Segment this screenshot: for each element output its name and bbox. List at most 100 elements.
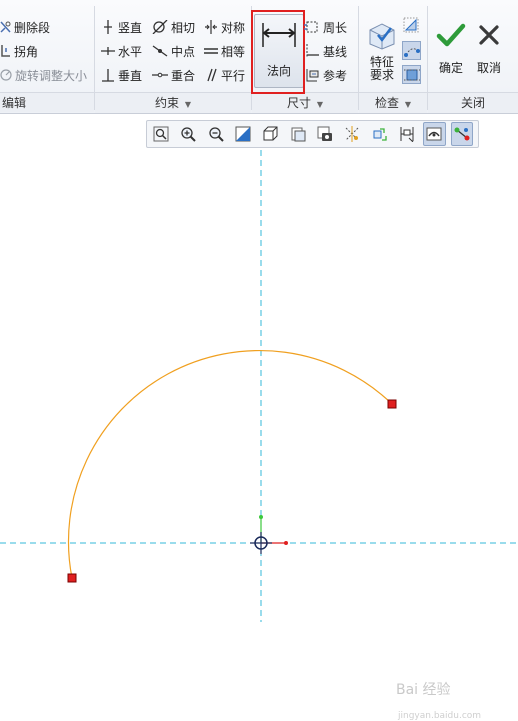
spin-center-icon	[373, 128, 387, 141]
normal-dimension-icon	[262, 23, 296, 47]
baseline-button[interactable]: 基线	[304, 41, 347, 61]
arc-endpoint[interactable]	[387, 399, 397, 409]
refit-icon	[153, 126, 169, 142]
view-manager-icon	[317, 126, 333, 141]
datum-display-button[interactable]	[341, 122, 363, 146]
ok-label: 确定	[438, 61, 463, 75]
feature-requirements-icon	[369, 23, 395, 50]
annotation-display-button[interactable]	[396, 122, 418, 146]
rotate-resize-label: 旋转调整大小	[15, 68, 88, 83]
dimension-group-text: 尺寸	[287, 96, 312, 110]
parallel-constraint-button[interactable]: 平行	[204, 65, 245, 85]
close-icon	[479, 25, 499, 45]
inspect-group-label[interactable]: 检查 ▼	[359, 92, 427, 113]
perpendicular-constraint-label: 垂直	[118, 68, 143, 83]
graphics-toolbar	[146, 120, 479, 148]
chevron-down-icon: ▼	[316, 100, 323, 109]
edit-group-label: 编辑	[0, 92, 94, 112]
ribbon: 删除段 拐角 旋转调整大小 编辑 竖直 相切 对称 水平 中点 相等 垂直 重合…	[0, 0, 518, 114]
overlapping-geometry-button[interactable]	[403, 17, 421, 35]
feature-requirements-label: 特征 要求	[369, 55, 394, 82]
view-manager-button[interactable]	[314, 122, 336, 146]
sketch-view-button[interactable]	[423, 122, 446, 146]
delete-segment-button[interactable]: 删除段	[0, 17, 50, 37]
inspect-group: 特征 要求 检查 ▼	[359, 0, 427, 113]
graphics-area[interactable]: Bai 经验 jingyan.baidu.com	[0, 113, 518, 721]
zoom-out-button[interactable]	[205, 122, 227, 146]
sketcher-display-icon	[454, 127, 470, 141]
tangent-constraint-icon	[152, 20, 168, 34]
baseline-label: 基线	[323, 44, 348, 59]
coincident-constraint-button[interactable]: 重合	[152, 65, 195, 85]
close-group-label: 关闭	[428, 92, 518, 113]
equal-constraint-icon	[204, 48, 218, 54]
perpendicular-constraint-icon	[102, 69, 114, 82]
watermark-logo: Bai 经验	[396, 682, 451, 698]
annotation-display-icon	[400, 127, 414, 142]
overlapping-geometry-icon	[403, 17, 419, 33]
tangent-constraint-button[interactable]: 相切	[152, 17, 195, 37]
feature-requirements-button[interactable]: 特征 要求	[363, 20, 401, 86]
horizontal-constraint-label: 水平	[118, 44, 143, 59]
equal-constraint-button[interactable]: 相等	[204, 41, 245, 61]
watermark-url: jingyan.baidu.com	[398, 711, 482, 721]
horizontal-constraint-button[interactable]: 水平	[101, 41, 142, 61]
reference-button[interactable]: 参考	[304, 65, 347, 85]
midpoint-constraint-button[interactable]: 中点	[152, 41, 195, 61]
dimension-group-label[interactable]: 尺寸 ▼	[252, 92, 358, 113]
midpoint-constraint-label: 中点	[171, 44, 196, 59]
symmetric-constraint-icon	[205, 20, 217, 34]
shade-closed-loops-button[interactable]	[402, 65, 421, 84]
inspect-group-text: 检查	[375, 96, 400, 110]
equal-constraint-label: 相等	[221, 44, 246, 59]
perimeter-icon	[304, 21, 318, 33]
datum-display-icon	[346, 126, 359, 142]
arc-endpoint[interactable]	[67, 573, 77, 583]
sketch-view-icon	[426, 127, 442, 141]
vertical-constraint-icon	[104, 20, 112, 34]
corner-label: 拐角	[14, 44, 39, 59]
saved-orientations-button[interactable]	[287, 122, 309, 146]
vertical-constraint-button[interactable]: 竖直	[101, 17, 142, 37]
zoom-in-button[interactable]	[177, 122, 199, 146]
parallel-constraint-label: 平行	[221, 68, 246, 83]
perimeter-label: 周长	[323, 20, 348, 35]
display-style-button[interactable]	[259, 122, 281, 146]
origin-y-axis-tip	[259, 515, 263, 519]
perimeter-button[interactable]: 周长	[304, 17, 347, 37]
zoom-out-icon	[209, 127, 224, 142]
reference-icon	[306, 69, 319, 82]
checkmark-icon	[436, 23, 466, 47]
sketch-canvas[interactable]	[0, 113, 518, 622]
refit-button[interactable]	[150, 122, 172, 146]
normal-dimension-label: 法向	[266, 64, 291, 78]
ok-button[interactable]: 确定	[434, 18, 468, 78]
normal-dimension-button[interactable]: 法向	[254, 14, 304, 88]
delete-segment-icon	[0, 21, 11, 33]
constraints-group-label[interactable]: 约束 ▼	[95, 92, 251, 113]
corner-button[interactable]: 拐角	[0, 41, 38, 61]
rotate-resize-button[interactable]: 旋转调整大小	[0, 65, 87, 85]
highlight-open-ends-button[interactable]	[402, 41, 421, 60]
vertical-constraint-label: 竖直	[118, 20, 143, 35]
constraints-group: 竖直 相切 对称 水平 中点 相等 垂直 重合 平行 约束 ▼	[95, 0, 251, 113]
chevron-down-icon: ▼	[404, 100, 411, 109]
cancel-button[interactable]: 取消	[472, 18, 506, 78]
spin-center-button[interactable]	[369, 122, 391, 146]
repaint-button[interactable]	[232, 122, 254, 146]
perpendicular-constraint-button[interactable]: 垂直	[101, 65, 142, 85]
horizontal-constraint-icon	[101, 47, 115, 55]
midpoint-constraint-icon	[152, 45, 168, 57]
sketcher-display-button[interactable]	[450, 122, 473, 146]
close-group: 确定 取消 关闭	[428, 0, 518, 113]
coincident-constraint-label: 重合	[171, 68, 196, 83]
open-ends-icon	[404, 48, 420, 57]
edit-group: 删除段 拐角 旋转调整大小 编辑	[0, 0, 94, 113]
coincident-constraint-icon	[152, 72, 168, 78]
sketch-arc[interactable]	[67, 349, 393, 579]
delete-segment-label: 删除段	[14, 20, 51, 35]
corner-icon	[1, 45, 10, 57]
symmetric-constraint-button[interactable]: 对称	[204, 17, 245, 37]
parallel-constraint-icon	[207, 68, 217, 82]
cancel-label: 取消	[476, 61, 501, 75]
